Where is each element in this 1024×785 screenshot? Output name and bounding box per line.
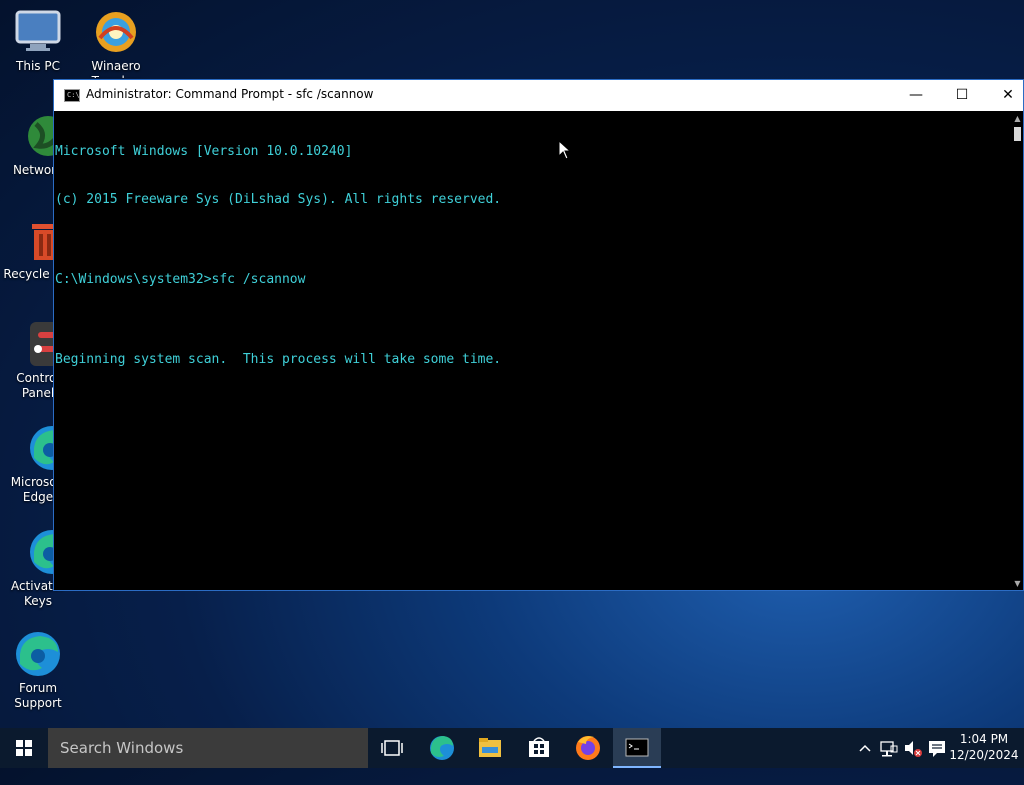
title-bar[interactable]: C:\ Administrator: Command Prompt - sfc … bbox=[54, 80, 1023, 111]
window-title: Administrator: Command Prompt - sfc /sca… bbox=[86, 87, 374, 101]
console-line: C:\Windows\system32>sfc /scannow bbox=[55, 272, 306, 287]
taskbar: Search Windows 1:04 PM 12/20/2024 bbox=[0, 728, 1024, 768]
clock-date: 12/20/2024 bbox=[949, 748, 1019, 762]
console-line: Microsoft Windows [Version 10.0.10240] bbox=[55, 144, 353, 159]
store-icon bbox=[529, 737, 549, 757]
chevron-up-icon bbox=[859, 744, 871, 752]
desktop-icon-forum-support[interactable]: Forum Support bbox=[0, 630, 76, 711]
vertical-scrollbar[interactable]: ▲ ▼ bbox=[1012, 111, 1023, 590]
taskbar-search-box[interactable]: Search Windows bbox=[48, 728, 368, 768]
taskbar-command-prompt-button[interactable] bbox=[613, 728, 661, 768]
taskbar-clock[interactable]: 1:04 PM 12/20/2024 bbox=[944, 731, 1024, 763]
taskbar-store-button[interactable] bbox=[515, 728, 563, 768]
desktop-icon-label: Forum Support bbox=[14, 681, 62, 710]
edge-icon bbox=[430, 736, 454, 760]
firefox-icon bbox=[576, 736, 600, 760]
monitor-icon bbox=[14, 8, 62, 56]
task-view-button[interactable] bbox=[368, 728, 416, 768]
command-prompt-icon: C:\ bbox=[64, 89, 80, 102]
taskbar-edge-button[interactable] bbox=[418, 728, 466, 768]
start-button[interactable] bbox=[0, 728, 48, 768]
volume-tray-button[interactable] bbox=[901, 728, 925, 768]
command-prompt-window[interactable]: C:\ Administrator: Command Prompt - sfc … bbox=[53, 79, 1024, 591]
winaero-icon bbox=[92, 8, 140, 56]
task-view-icon bbox=[381, 740, 403, 756]
speaker-muted-icon bbox=[905, 741, 922, 757]
maximize-button[interactable]: ☐ bbox=[939, 80, 985, 111]
console-line: Beginning system scan. This process will… bbox=[55, 352, 502, 367]
scroll-up-icon[interactable]: ▲ bbox=[1012, 114, 1023, 123]
desktop-icon-winaero[interactable]: Winaero Tweaker bbox=[78, 8, 154, 78]
desktop-icon-this-pc[interactable]: This PC bbox=[0, 8, 76, 74]
console-output[interactable]: Microsoft Windows [Version 10.0.10240] (… bbox=[54, 111, 1012, 590]
desktop-icon-label: Winaero Tweaker bbox=[91, 59, 141, 78]
tray-overflow-chevron[interactable] bbox=[855, 728, 875, 768]
windows-logo-icon bbox=[16, 740, 32, 756]
scroll-down-icon[interactable]: ▼ bbox=[1012, 579, 1023, 588]
taskbar-file-explorer-button[interactable] bbox=[466, 728, 514, 768]
network-wired-icon bbox=[880, 741, 898, 757]
scroll-thumb[interactable] bbox=[1014, 127, 1021, 141]
command-prompt-icon bbox=[625, 738, 649, 757]
minimize-button[interactable]: — bbox=[893, 80, 939, 111]
file-explorer-icon bbox=[479, 738, 501, 757]
clock-time: 1:04 PM bbox=[959, 732, 1009, 746]
desktop-icon-label: This PC bbox=[16, 59, 60, 73]
console-line: (c) 2015 Freeware Sys (DiLshad Sys). All… bbox=[55, 192, 502, 207]
edge-icon bbox=[14, 630, 62, 678]
network-tray-button[interactable] bbox=[877, 728, 901, 768]
close-button[interactable]: ✕ bbox=[985, 80, 1024, 111]
taskbar-firefox-button[interactable] bbox=[564, 728, 612, 768]
